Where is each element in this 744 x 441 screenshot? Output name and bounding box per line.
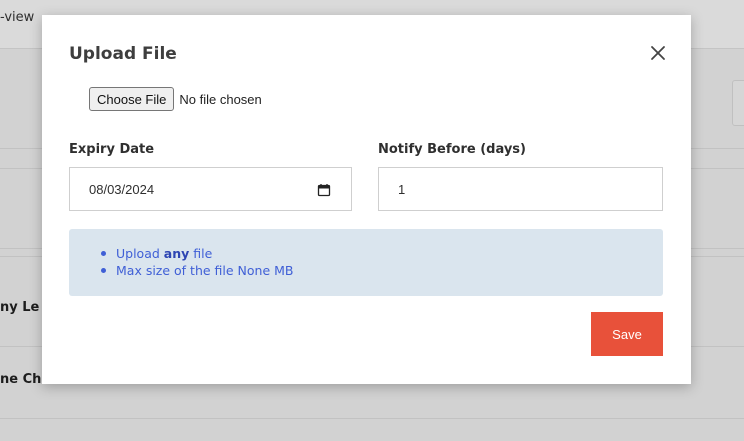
close-icon [651,46,665,60]
info-text: file [189,246,213,261]
background-row-text: ne Ch [0,372,42,387]
calendar-icon[interactable] [317,183,331,197]
info-text: Upload [116,246,164,261]
expiry-date-field[interactable]: 08/03/2024 [69,167,352,211]
choose-file-button[interactable]: Choose File [89,87,175,111]
file-status: No file chosen [179,91,262,107]
info-item-upload: Upload any file [101,245,294,262]
background-breadcrumb: -view [0,10,35,25]
background-row-text: ny Le [0,300,40,315]
background-box [732,80,744,126]
info-text: Max size of the file None MB [116,263,294,278]
background-divider [0,418,744,419]
notify-before-value: 1 [398,181,406,197]
close-button[interactable] [648,43,668,63]
modal-title: Upload File [69,44,177,64]
save-button[interactable]: Save [591,312,663,356]
info-text-bold: any [163,246,190,261]
notify-before-label: Notify Before (days) [378,142,526,157]
info-box: Upload any file Max size of the file Non… [69,229,663,296]
info-item-max-size: Max size of the file None MB [101,262,294,279]
expiry-date-label: Expiry Date [69,142,155,157]
expiry-date-value: 08/03/2024 [89,181,155,197]
info-list: Upload any file Max size of the file Non… [101,245,294,279]
bullet-icon [101,251,106,256]
file-input: Choose File No file chosen [89,87,262,111]
notify-before-field[interactable]: 1 [378,167,663,211]
bullet-icon [101,268,106,273]
upload-file-modal: Upload File Choose File No file chosen E… [42,15,691,384]
